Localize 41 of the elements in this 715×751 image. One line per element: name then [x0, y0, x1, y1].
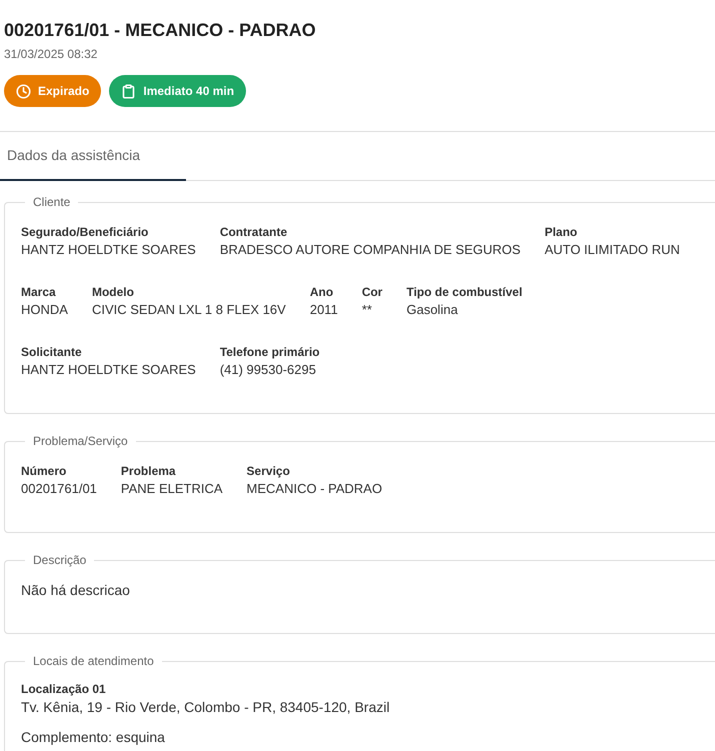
- location-address: Tv. Kênia, 19 - Rio Verde, Colombo - PR, 83405-120, Brazil: [21, 698, 391, 716]
- field-value: **: [362, 301, 373, 319]
- clock-icon: [16, 84, 31, 98]
- section-legend: Descrição: [25, 551, 94, 569]
- field-label: Plano: [544, 224, 578, 241]
- field-value: 00201761/01: [21, 480, 97, 498]
- location-title: Localização 01: [21, 681, 107, 698]
- status-badge: Imediato 40 min: [109, 75, 246, 107]
- field-value: HONDA: [21, 301, 68, 319]
- location-complement: Complemento: esquina: [21, 728, 166, 746]
- date-text: 31/03/2025 08:32: [4, 46, 98, 63]
- field-label: Telefone primário: [220, 344, 320, 361]
- field-label: Número: [21, 463, 68, 480]
- field-value: BRADESCO AUTORE COMPANHIA DE SEGUROS: [220, 241, 521, 259]
- field-label: Tipo de combustível: [406, 284, 522, 301]
- section-legend: Problema/Serviço: [25, 432, 136, 450]
- field-label: Segurado/Beneficiário: [21, 224, 150, 241]
- field-label: Modelo: [92, 284, 135, 301]
- field-label: Solicitante: [21, 344, 83, 361]
- clipboard-icon: [121, 84, 136, 98]
- field-value: PANE ELETRICA: [120, 480, 223, 498]
- tab[interactable]: Dados da assistência: [0, 132, 186, 181]
- field-value: CIVIC SEDAN LXL 1 8 FLEX 16V: [92, 301, 286, 319]
- field-value: Gasolina: [406, 301, 459, 319]
- field-value: 2011: [310, 301, 338, 319]
- field-value: MECANICO - PADRAO: [246, 480, 382, 498]
- section-legend: Cliente: [25, 193, 78, 211]
- field-value: HANTZ HOELDTKE SOARES: [21, 361, 196, 379]
- description-text: Não há descricao: [21, 582, 130, 598]
- field-label: Serviço: [246, 463, 291, 480]
- section-legend: Locais de atendimento: [25, 652, 162, 670]
- field-label: Contratante: [220, 224, 288, 241]
- status-badge: Expirado: [4, 75, 102, 107]
- field-label: Marca: [21, 284, 57, 301]
- field-value: (41) 99530-6295: [220, 361, 317, 379]
- field-label: Problema: [120, 463, 177, 480]
- field-value: HANTZ HOELDTKE SOARES: [21, 241, 196, 259]
- page-title: 00201761/01 - MECANICO - PADRAO: [4, 19, 317, 41]
- field-label: Cor: [362, 284, 382, 301]
- field-value: AUTO ILIMITADO RUN: [544, 241, 680, 259]
- field-label: Ano: [310, 284, 334, 301]
